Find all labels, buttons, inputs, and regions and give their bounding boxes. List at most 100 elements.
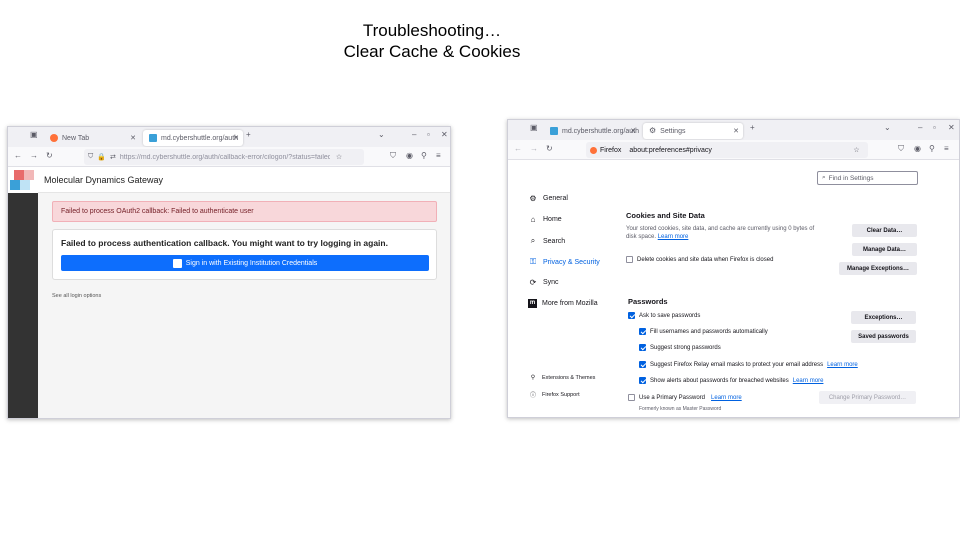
new-tab-icon[interactable]: +	[246, 130, 251, 139]
slide: Troubleshooting… Clear Cache & Cookies ▣…	[0, 0, 960, 540]
shield-icon: ⛉	[88, 153, 94, 160]
breach-checkbox[interactable]	[639, 377, 646, 384]
bookmark-star-icon[interactable]: ☆	[853, 146, 859, 154]
site-favicon-icon	[149, 134, 157, 142]
suggest-strong-label: Suggest strong passwords	[650, 344, 721, 351]
change-primary-password-button[interactable]: Change Primary Password…	[819, 391, 916, 404]
url-bar[interactable]: Firefox about:preferences#privacy ☆	[586, 142, 868, 158]
close-icon[interactable]: ✕	[130, 134, 136, 142]
back-icon[interactable]: ←	[14, 151, 22, 160]
new-tab-icon[interactable]: +	[750, 123, 755, 132]
manage-exceptions-button[interactable]: Manage Exceptions…	[839, 262, 917, 275]
site-main: Failed to process OAuth2 callback: Faile…	[38, 193, 450, 418]
reload-icon[interactable]: ↻	[546, 144, 553, 153]
close-window-icon[interactable]: ✕	[441, 130, 448, 139]
account-icon[interactable]: ◉	[914, 144, 921, 153]
puzzle-icon: ⚲	[530, 375, 536, 381]
category-sync[interactable]: ⟳ Sync	[528, 278, 559, 287]
delete-on-close-checkbox[interactable]	[626, 256, 633, 263]
category-label: Sync	[543, 279, 559, 286]
category-label: More from Mozilla	[542, 300, 598, 307]
maximize-icon[interactable]: ▫	[427, 130, 430, 139]
login-card: Failed to process authentication callbac…	[52, 229, 437, 280]
find-in-settings-input[interactable]: ⌕ Find in Settings	[817, 171, 918, 185]
maximize-icon[interactable]: ▫	[933, 123, 936, 132]
url-bar[interactable]: ⛉ 🔒 ⇄ https://md.cybershuttle.org/auth/c…	[84, 149, 364, 165]
login-options-link[interactable]: all login options	[63, 293, 101, 299]
chevron-down-icon[interactable]: ⌄	[378, 130, 385, 139]
left-navbar: ← → ↻ ⛉ 🔒 ⇄ https://md.cybershuttle.org/…	[8, 147, 450, 167]
find-placeholder: Find in Settings	[828, 174, 874, 182]
minimize-icon[interactable]: –	[918, 123, 922, 132]
cookies-learn-more-link[interactable]: Learn more	[658, 234, 689, 240]
relay-row: Suggest Firefox Relay email masks to pro…	[639, 361, 858, 368]
right-tabstrip: ▣ md.cybershuttle.org/auth ✕ ⚙ Settings …	[508, 120, 959, 140]
category-privacy-security[interactable]: ⚿ Privacy & Security	[528, 257, 600, 267]
fill-auto-row: Fill usernames and passwords automatical…	[639, 328, 768, 335]
suggest-strong-checkbox[interactable]	[639, 344, 646, 351]
footer-label: Firefox Support	[542, 391, 580, 398]
saved-passwords-button[interactable]: Saved passwords	[851, 330, 916, 343]
site-header: Molecular Dynamics Gateway	[38, 167, 450, 193]
close-icon[interactable]: ✕	[630, 127, 636, 135]
bookmark-star-icon[interactable]: ☆	[336, 153, 342, 161]
sign-in-button[interactable]: Sign in with Existing Institution Creden…	[61, 255, 429, 271]
institution-icon	[172, 258, 182, 268]
firefox-support-link[interactable]: ⓘ Firefox Support	[528, 390, 580, 400]
manage-data-button[interactable]: Manage Data…	[852, 243, 917, 256]
cookies-desc-line1: Your stored cookies, site data, and cach…	[626, 226, 815, 232]
category-more-from-mozilla[interactable]: m More from Mozilla	[528, 299, 598, 308]
chevron-down-icon[interactable]: ⌄	[884, 123, 891, 132]
tab-cybershuttle[interactable]: md.cybershuttle.org/auth ✕	[143, 130, 243, 146]
breach-row: Show alerts about passwords for breached…	[639, 377, 823, 384]
ask-save-label: Ask to save passwords	[639, 312, 701, 319]
reload-icon[interactable]: ↻	[46, 151, 53, 160]
slide-title-line2: Clear Cache & Cookies	[343, 42, 521, 61]
tab-settings[interactable]: ⚙ Settings ✕	[643, 123, 743, 139]
ask-save-checkbox[interactable]	[628, 312, 635, 319]
extensions-icon[interactable]: ⚲	[929, 144, 935, 153]
primary-password-row: Use a Primary Password Learn more	[628, 394, 742, 401]
account-icon[interactable]: ◉	[406, 151, 413, 160]
password-exceptions-button[interactable]: Exceptions…	[851, 311, 916, 324]
tab-list-icon[interactable]: ▣	[530, 123, 538, 132]
tab-list-icon[interactable]: ▣	[30, 130, 38, 139]
clear-data-button[interactable]: Clear Data…	[852, 224, 917, 237]
forward-icon[interactable]: →	[30, 151, 38, 160]
site-sidebar	[8, 167, 38, 418]
gear-icon: ⚙	[529, 194, 537, 203]
settings-page: ⌕ Find in Settings ⚙ General ⌂ Home ⌕ Se…	[508, 160, 959, 417]
relay-learn-more-link[interactable]: Learn more	[827, 362, 858, 368]
tab-cybershuttle[interactable]: md.cybershuttle.org/auth ✕	[544, 123, 640, 139]
pocket-icon[interactable]: ⛉	[898, 144, 904, 154]
tab-label: New Tab	[62, 134, 90, 142]
login-options: See all login options	[52, 293, 101, 299]
extensions-icon[interactable]: ⚲	[421, 151, 427, 160]
extensions-themes-link[interactable]: ⚲ Extensions & Themes	[528, 374, 596, 382]
forward-icon[interactable]: →	[530, 144, 538, 153]
relay-checkbox[interactable]	[639, 361, 646, 368]
fill-auto-checkbox[interactable]	[639, 328, 646, 335]
sync-icon: ⟳	[529, 278, 537, 287]
breach-learn-more-link[interactable]: Learn more	[793, 378, 824, 384]
close-window-icon[interactable]: ✕	[948, 123, 955, 132]
delete-on-close-label: Delete cookies and site data when Firefo…	[637, 256, 774, 263]
close-icon[interactable]: ✕	[733, 127, 739, 135]
category-general[interactable]: ⚙ General	[528, 194, 568, 203]
primary-learn-more-link[interactable]: Learn more	[711, 395, 742, 401]
category-home[interactable]: ⌂ Home	[528, 215, 562, 224]
close-icon[interactable]: ✕	[233, 134, 239, 142]
search-icon: ⌕	[530, 236, 536, 245]
tab-new-tab[interactable]: New Tab ✕	[44, 130, 140, 146]
back-icon[interactable]: ←	[514, 144, 522, 153]
gateway-logo[interactable]	[8, 167, 38, 193]
minimize-icon[interactable]: –	[412, 130, 416, 139]
site-favicon-icon	[550, 127, 558, 135]
pocket-icon[interactable]: ⛉	[390, 151, 396, 161]
firefox-icon	[50, 134, 58, 142]
menu-icon[interactable]: ≡	[944, 144, 949, 153]
menu-icon[interactable]: ≡	[436, 151, 441, 160]
category-search[interactable]: ⌕ Search	[528, 236, 565, 246]
url-text: about:preferences#privacy	[629, 146, 712, 154]
primary-password-checkbox[interactable]	[628, 394, 635, 401]
